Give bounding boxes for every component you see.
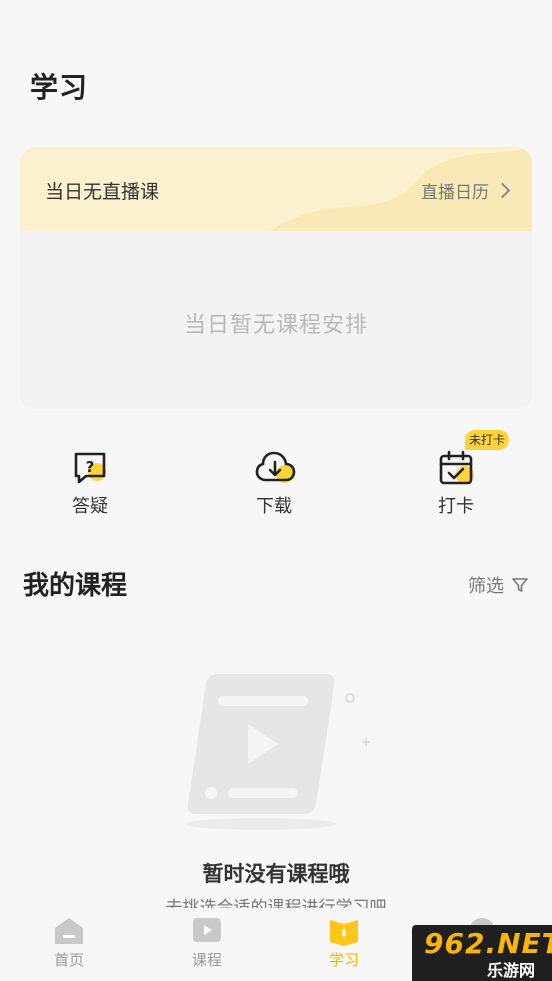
tab-study-label: 学习 xyxy=(328,951,359,969)
svg-text:?: ? xyxy=(86,458,95,476)
tab-study[interactable]: 学习 xyxy=(294,908,394,970)
filter-icon xyxy=(512,578,528,592)
tab-home[interactable]: 首页 xyxy=(19,908,119,970)
watermark-site-name: 乐游网 xyxy=(487,961,536,980)
site-watermark: 962.NET 乐游网 xyxy=(412,925,552,981)
tab-courses-label: 课程 xyxy=(191,951,222,969)
qa-download-label: 下载 xyxy=(256,496,292,517)
tab-courses[interactable]: 课程 xyxy=(157,908,257,970)
my-courses-title: 我的课程 xyxy=(23,571,128,601)
live-header: 当日无直播课 直播日历 xyxy=(20,147,532,231)
qa-checkin-label: 打卡 xyxy=(438,496,474,517)
question-bubble-icon: ? xyxy=(70,448,110,488)
empty-schedule-text: 当日暂无课程安排 xyxy=(183,313,368,338)
tab-home-label: 首页 xyxy=(53,951,84,969)
qa-answer-label: 答疑 xyxy=(72,496,108,517)
qa-answer-button[interactable]: ? 答疑 xyxy=(40,440,140,518)
cloud-download-icon xyxy=(254,448,296,488)
checkin-status-badge: 未打卡 xyxy=(465,430,509,450)
qa-download-button[interactable]: 下载 xyxy=(224,440,324,518)
chevron-right-icon xyxy=(494,182,511,199)
page-title: 学习 xyxy=(30,71,89,104)
live-calendar-link[interactable]: 直播日历 xyxy=(421,178,511,203)
calendar-check-icon xyxy=(436,448,476,488)
watermark-logo-text: 962.NET xyxy=(424,927,552,960)
live-status-title: 当日无直播课 xyxy=(45,181,160,203)
home-icon xyxy=(53,916,85,946)
filter-button[interactable]: 筛选 xyxy=(468,572,528,598)
qa-checkin-button[interactable]: 打卡 xyxy=(406,440,506,518)
live-card: 当日无直播课 直播日历 当日暂无课程安排 xyxy=(20,147,532,409)
filter-label: 筛选 xyxy=(468,576,504,597)
live-calendar-label: 直播日历 xyxy=(421,183,489,203)
play-icon xyxy=(191,916,223,946)
empty-courses-illustration xyxy=(176,664,376,834)
empty-courses-subtitle: 去挑选合适的课程进行学习吧 xyxy=(165,898,387,908)
quick-actions: ? 答疑 下载 打卡 xyxy=(0,440,552,530)
book-icon xyxy=(328,916,360,946)
empty-courses-title: 暂时没有课程哦 xyxy=(202,862,350,886)
